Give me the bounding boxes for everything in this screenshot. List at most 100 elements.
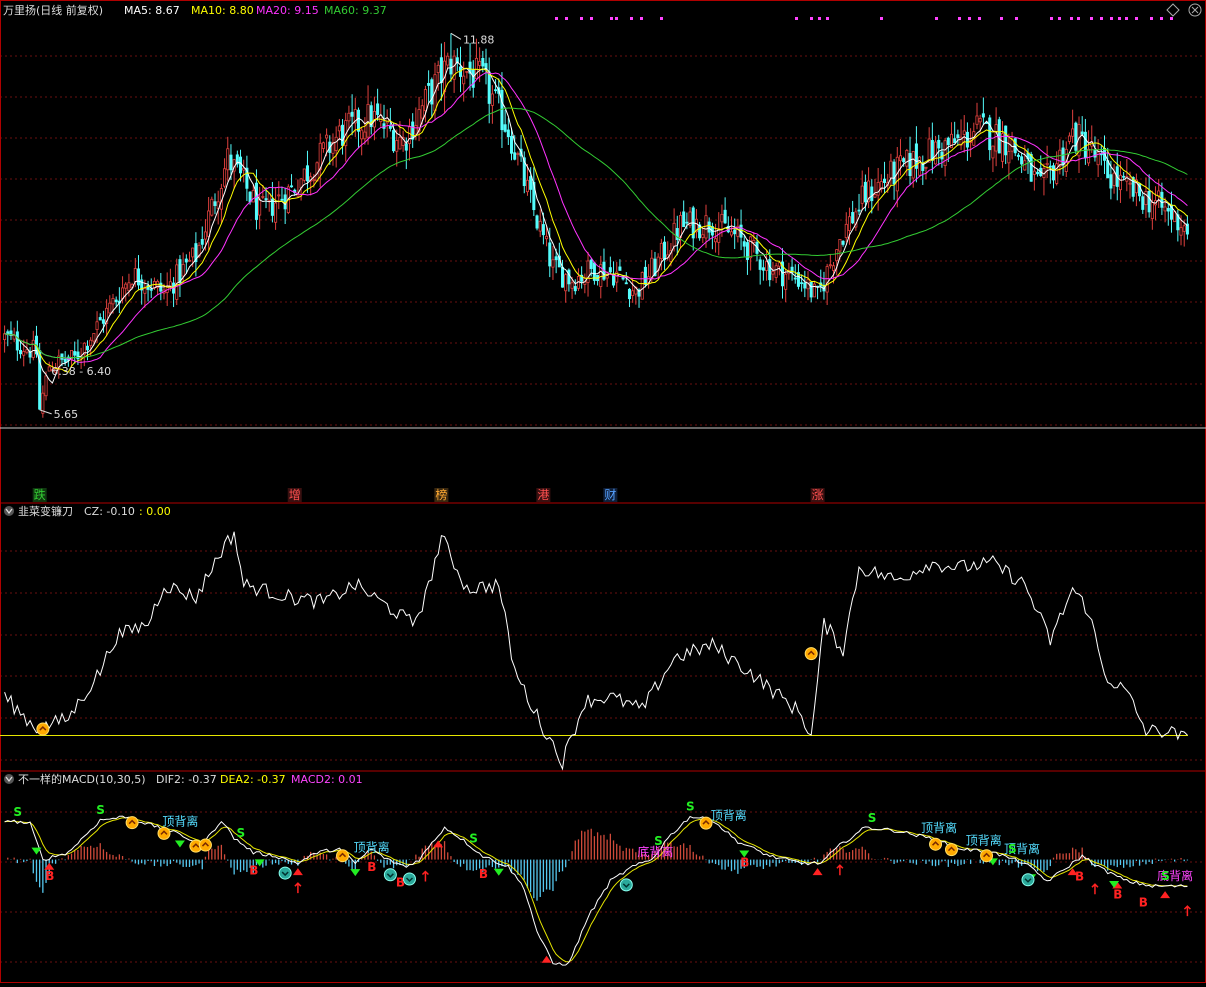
candle-body bbox=[462, 75, 466, 85]
candle-body bbox=[388, 125, 392, 129]
candle-body bbox=[124, 283, 128, 289]
candle-body bbox=[516, 153, 520, 155]
candle-body bbox=[210, 198, 214, 216]
candle-body bbox=[356, 109, 360, 132]
candle-body bbox=[513, 152, 517, 160]
candle-body bbox=[63, 358, 67, 363]
sell-letter: S bbox=[96, 803, 105, 817]
up-signal-icon bbox=[980, 849, 994, 863]
macd-indicator: 顶背离顶背离 底背离顶背离顶背离顶背离顶背离底背离B B BBBBBBBS SS S SSS… bbox=[4, 800, 1193, 987]
candle-body bbox=[347, 112, 351, 122]
candle-body bbox=[857, 209, 861, 212]
buy-triangle bbox=[1160, 891, 1171, 899]
candle-body bbox=[1128, 182, 1132, 185]
candle-body bbox=[280, 198, 284, 201]
high-label: 11.88 bbox=[463, 33, 495, 46]
sell-letter: S bbox=[1008, 842, 1017, 856]
candle-body bbox=[627, 288, 631, 300]
candle-body bbox=[991, 145, 995, 159]
candle-body bbox=[114, 299, 118, 303]
divergence-label: 顶背离 bbox=[711, 808, 747, 823]
candle-body bbox=[175, 264, 179, 300]
candle-body bbox=[25, 349, 29, 353]
candle-body bbox=[1004, 125, 1008, 156]
buy-letter: B bbox=[1139, 895, 1148, 909]
candle-body bbox=[44, 375, 48, 397]
candle-body bbox=[841, 240, 845, 245]
moving-averages bbox=[4, 61, 1188, 384]
candle-body bbox=[89, 339, 93, 347]
candle-body bbox=[876, 181, 880, 196]
candle-body bbox=[258, 198, 262, 216]
event-label: 涨 bbox=[812, 487, 824, 502]
candle-body bbox=[1147, 190, 1151, 213]
candle-body bbox=[1157, 190, 1161, 197]
candle-body bbox=[341, 124, 345, 146]
candle-body bbox=[503, 124, 507, 132]
candle-body bbox=[500, 89, 504, 131]
candle-body bbox=[975, 115, 979, 125]
candle-body bbox=[1087, 148, 1091, 164]
candle-body bbox=[663, 241, 667, 261]
candle-body bbox=[682, 211, 686, 228]
candle-body bbox=[19, 349, 23, 355]
ma5-line bbox=[4, 61, 1188, 384]
candle-body bbox=[363, 131, 367, 140]
candle-body bbox=[978, 118, 982, 123]
candle-body bbox=[707, 221, 711, 233]
candle-body bbox=[624, 282, 628, 285]
candle-body bbox=[407, 126, 412, 144]
up-arrow-icon bbox=[1091, 883, 1099, 895]
candle-body bbox=[835, 249, 839, 262]
candle-body bbox=[1007, 151, 1011, 164]
candle-body bbox=[213, 201, 217, 207]
candle-body bbox=[465, 70, 469, 73]
candle-body bbox=[809, 282, 813, 298]
candle-body bbox=[892, 161, 896, 185]
candle-body bbox=[321, 142, 325, 149]
candle-body bbox=[290, 185, 294, 188]
chart-canvas[interactable]: 11.885.656.38 - 6.40 跌增榜港财涨 顶背离顶背离 底背离顶背离… bbox=[0, 0, 1206, 987]
panel2-collapse-icon[interactable] bbox=[4, 506, 14, 516]
up-arrow-icon bbox=[294, 882, 302, 894]
ma20-line bbox=[4, 71, 1188, 363]
candle-body bbox=[704, 215, 708, 239]
candle-body bbox=[490, 93, 494, 106]
candle-body bbox=[423, 89, 427, 112]
close-icon[interactable] bbox=[1188, 3, 1202, 17]
up-arrow-icon bbox=[421, 870, 429, 882]
up-signal-icon bbox=[336, 849, 350, 863]
candle-body bbox=[420, 105, 424, 119]
candle-body bbox=[1109, 174, 1113, 189]
expand-icon[interactable] bbox=[1166, 3, 1180, 17]
candle-body bbox=[953, 138, 957, 144]
candle-body bbox=[937, 139, 941, 149]
candle-body bbox=[800, 282, 804, 285]
down-signal-icon bbox=[1021, 873, 1035, 887]
candle-body bbox=[1020, 156, 1024, 165]
candle-body bbox=[481, 58, 485, 67]
panel3-collapse-icon[interactable] bbox=[4, 774, 14, 784]
candle-body bbox=[1122, 175, 1126, 178]
sell-letter: S bbox=[654, 834, 663, 848]
candle-body bbox=[902, 158, 906, 163]
dif2-line bbox=[4, 815, 1188, 966]
candle-body bbox=[261, 195, 265, 198]
candle-body bbox=[191, 247, 195, 258]
candle-body bbox=[184, 258, 188, 263]
ma60-legend: MA60: 9.37 bbox=[324, 4, 387, 17]
candle-body bbox=[685, 221, 689, 224]
up-signal-icon bbox=[929, 837, 943, 851]
panel2-header: 韭菜变镰刀 CZ: -0.10 : 0.00 bbox=[4, 504, 171, 518]
sell-triangle bbox=[350, 869, 361, 877]
candle-body bbox=[398, 136, 402, 150]
candle-body bbox=[1083, 131, 1087, 159]
candle-body bbox=[404, 143, 408, 151]
candle-body bbox=[758, 259, 762, 270]
candle-body bbox=[793, 277, 797, 280]
candle-body bbox=[573, 286, 577, 292]
candle-body bbox=[181, 263, 185, 277]
candle-body bbox=[478, 60, 482, 66]
candle-body bbox=[414, 125, 418, 135]
event-badges: 跌增榜港财涨 bbox=[32, 487, 825, 502]
